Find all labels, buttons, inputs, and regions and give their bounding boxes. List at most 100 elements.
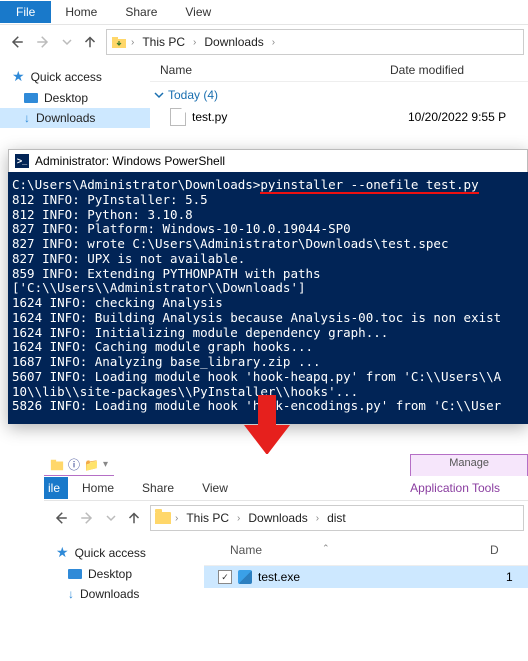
tab-view[interactable]: View bbox=[188, 477, 242, 499]
file-row[interactable]: ✓ test.exe 1 bbox=[204, 566, 528, 588]
ps-output-line: 1624 INFO: Building Analysis because Ana… bbox=[12, 311, 524, 326]
sidebar-label: Desktop bbox=[88, 567, 132, 581]
info-icon[interactable]: ⓘ bbox=[68, 456, 80, 473]
column-headers: Name ⌃ D bbox=[204, 535, 528, 566]
ps-output-line: 827 INFO: UPX is not available. bbox=[12, 252, 524, 267]
chevron-right-icon[interactable]: › bbox=[129, 37, 136, 48]
new-folder-icon[interactable]: 📁 bbox=[84, 458, 99, 472]
tab-application-tools[interactable]: Application Tools bbox=[382, 477, 528, 499]
checkbox-icon[interactable]: ✓ bbox=[218, 570, 232, 584]
sidebar-item-downloads[interactable]: ↓ Downloads bbox=[44, 584, 204, 604]
nav-pane: ★ Quick access Desktop ↓ Downloads bbox=[0, 59, 150, 149]
chevron-right-icon[interactable]: › bbox=[235, 513, 242, 524]
chevron-right-icon[interactable]: › bbox=[173, 513, 180, 524]
sidebar-item-quick-access[interactable]: ★ Quick access bbox=[44, 541, 204, 564]
downloads-icon: ↓ bbox=[68, 587, 74, 601]
sidebar-label: Downloads bbox=[80, 587, 139, 601]
sidebar-label: Desktop bbox=[44, 91, 88, 105]
sort-caret-icon: ⌃ bbox=[322, 543, 330, 557]
quick-access-toolbar: ⓘ 📁 ▾ Manage bbox=[44, 454, 528, 476]
file-list-pane: Name ⌃ D ✓ test.exe 1 bbox=[204, 535, 528, 610]
file-date: 10/20/2022 9:55 P bbox=[408, 110, 506, 124]
qat-chevron-icon[interactable]: ▾ bbox=[103, 459, 108, 470]
ps-output-line: 5607 INFO: Loading module hook 'hook-hea… bbox=[12, 370, 524, 385]
star-icon: ★ bbox=[56, 544, 69, 561]
file-d: 1 bbox=[506, 570, 513, 584]
desktop-icon bbox=[68, 569, 82, 579]
star-icon: ★ bbox=[12, 68, 25, 85]
nav-forward-icon[interactable] bbox=[32, 30, 56, 54]
group-header-today[interactable]: Today (4) bbox=[150, 82, 528, 106]
sidebar-label: Quick access bbox=[31, 70, 102, 84]
nav-forward-icon[interactable] bbox=[76, 506, 100, 530]
chevron-down-icon bbox=[154, 90, 164, 100]
nav-up-icon[interactable] bbox=[122, 506, 146, 530]
nav-recent-icon[interactable] bbox=[104, 506, 118, 530]
ps-output-line: 812 INFO: PyInstaller: 5.5 bbox=[12, 193, 524, 208]
tab-file[interactable]: File bbox=[0, 1, 51, 23]
breadcrumb-dist[interactable]: dist bbox=[323, 511, 350, 525]
column-headers: Name Date modified bbox=[150, 59, 528, 82]
column-name-label: Name bbox=[230, 543, 262, 557]
nav-recent-icon[interactable] bbox=[60, 30, 74, 54]
ps-output-line: 1624 INFO: Caching module graph hooks... bbox=[12, 340, 524, 355]
ps-prompt: C:\Users\Administrator\Downloads> bbox=[12, 177, 260, 192]
tab-home[interactable]: Home bbox=[51, 1, 111, 23]
ps-output-line: 1687 INFO: Analyzing base_library.zip ..… bbox=[12, 355, 524, 370]
address-bar[interactable]: › This PC › Downloads › bbox=[106, 29, 524, 55]
ps-output-line: 1624 INFO: Initializing module dependenc… bbox=[12, 326, 524, 341]
chevron-right-icon[interactable]: › bbox=[191, 37, 198, 48]
breadcrumb-downloads[interactable]: Downloads bbox=[200, 35, 267, 49]
tab-share[interactable]: Share bbox=[111, 1, 171, 23]
chevron-right-icon[interactable]: › bbox=[270, 37, 277, 48]
explorer-icon bbox=[50, 458, 64, 472]
sidebar-item-downloads[interactable]: ↓ Downloads bbox=[0, 108, 150, 128]
file-name: test.py bbox=[192, 110, 402, 124]
ribbon-tabs: File Home Share View bbox=[0, 0, 528, 25]
sidebar-item-quick-access[interactable]: ★ Quick access bbox=[0, 65, 150, 88]
ps-output-line: 1624 INFO: checking Analysis bbox=[12, 296, 524, 311]
tab-view[interactable]: View bbox=[171, 1, 225, 23]
sidebar-label: Quick access bbox=[75, 546, 146, 560]
nav-up-icon[interactable] bbox=[78, 30, 102, 54]
chevron-right-icon[interactable]: › bbox=[314, 513, 321, 524]
file-row[interactable]: test.py 10/20/2022 9:55 P bbox=[150, 106, 528, 128]
column-d[interactable]: D bbox=[490, 543, 499, 557]
downloads-icon: ↓ bbox=[24, 111, 30, 125]
ps-output-line: 827 INFO: wrote C:\Users\Administrator\D… bbox=[12, 237, 524, 252]
powershell-icon: >_ bbox=[15, 154, 29, 168]
sidebar-item-desktop[interactable]: Desktop bbox=[0, 88, 150, 108]
breadcrumb-downloads[interactable]: Downloads bbox=[244, 511, 311, 525]
file-list-pane: Name Date modified Today (4) test.py 10/… bbox=[150, 59, 528, 149]
sidebar-item-desktop[interactable]: Desktop bbox=[44, 564, 204, 584]
breadcrumb-this-pc[interactable]: This PC bbox=[138, 35, 189, 49]
ps-output-line: 859 INFO: Extending PYTHONPATH with path… bbox=[12, 267, 524, 282]
column-name[interactable]: Name bbox=[160, 63, 390, 77]
ps-output-line: ['C:\\Users\\Administrator\\Downloads'] bbox=[12, 281, 524, 296]
column-name[interactable]: Name ⌃ bbox=[230, 543, 490, 557]
folder-icon bbox=[155, 512, 171, 524]
powershell-titlebar[interactable]: >_ Administrator: Windows PowerShell bbox=[8, 149, 528, 172]
desktop-icon bbox=[24, 93, 38, 103]
tab-home[interactable]: Home bbox=[68, 477, 128, 499]
python-file-icon bbox=[170, 108, 186, 126]
exe-file-icon bbox=[238, 570, 252, 584]
downloads-folder-icon bbox=[111, 34, 127, 50]
sidebar-label: Downloads bbox=[36, 111, 95, 125]
tab-file[interactable]: ile bbox=[44, 477, 68, 499]
group-label: Today (4) bbox=[168, 88, 218, 102]
window-title: Administrator: Windows PowerShell bbox=[35, 154, 225, 168]
contextual-tab-manage: Manage bbox=[410, 454, 528, 476]
column-date[interactable]: Date modified bbox=[390, 63, 528, 77]
tab-share[interactable]: Share bbox=[128, 477, 188, 499]
powershell-body[interactable]: C:\Users\Administrator\Downloads>pyinsta… bbox=[8, 172, 528, 424]
nav-back-icon[interactable] bbox=[48, 506, 72, 530]
manage-label[interactable]: Manage bbox=[411, 455, 527, 471]
file-name: test.exe bbox=[258, 570, 500, 584]
ps-output-line: 827 INFO: Platform: Windows-10-10.0.1904… bbox=[12, 222, 524, 237]
ps-output-line: 812 INFO: Python: 3.10.8 bbox=[12, 208, 524, 223]
address-bar[interactable]: › This PC › Downloads › dist bbox=[150, 505, 524, 531]
ps-command: pyinstaller --onefile test.py bbox=[260, 177, 478, 194]
breadcrumb-this-pc[interactable]: This PC bbox=[182, 511, 233, 525]
nav-back-icon[interactable] bbox=[4, 30, 28, 54]
